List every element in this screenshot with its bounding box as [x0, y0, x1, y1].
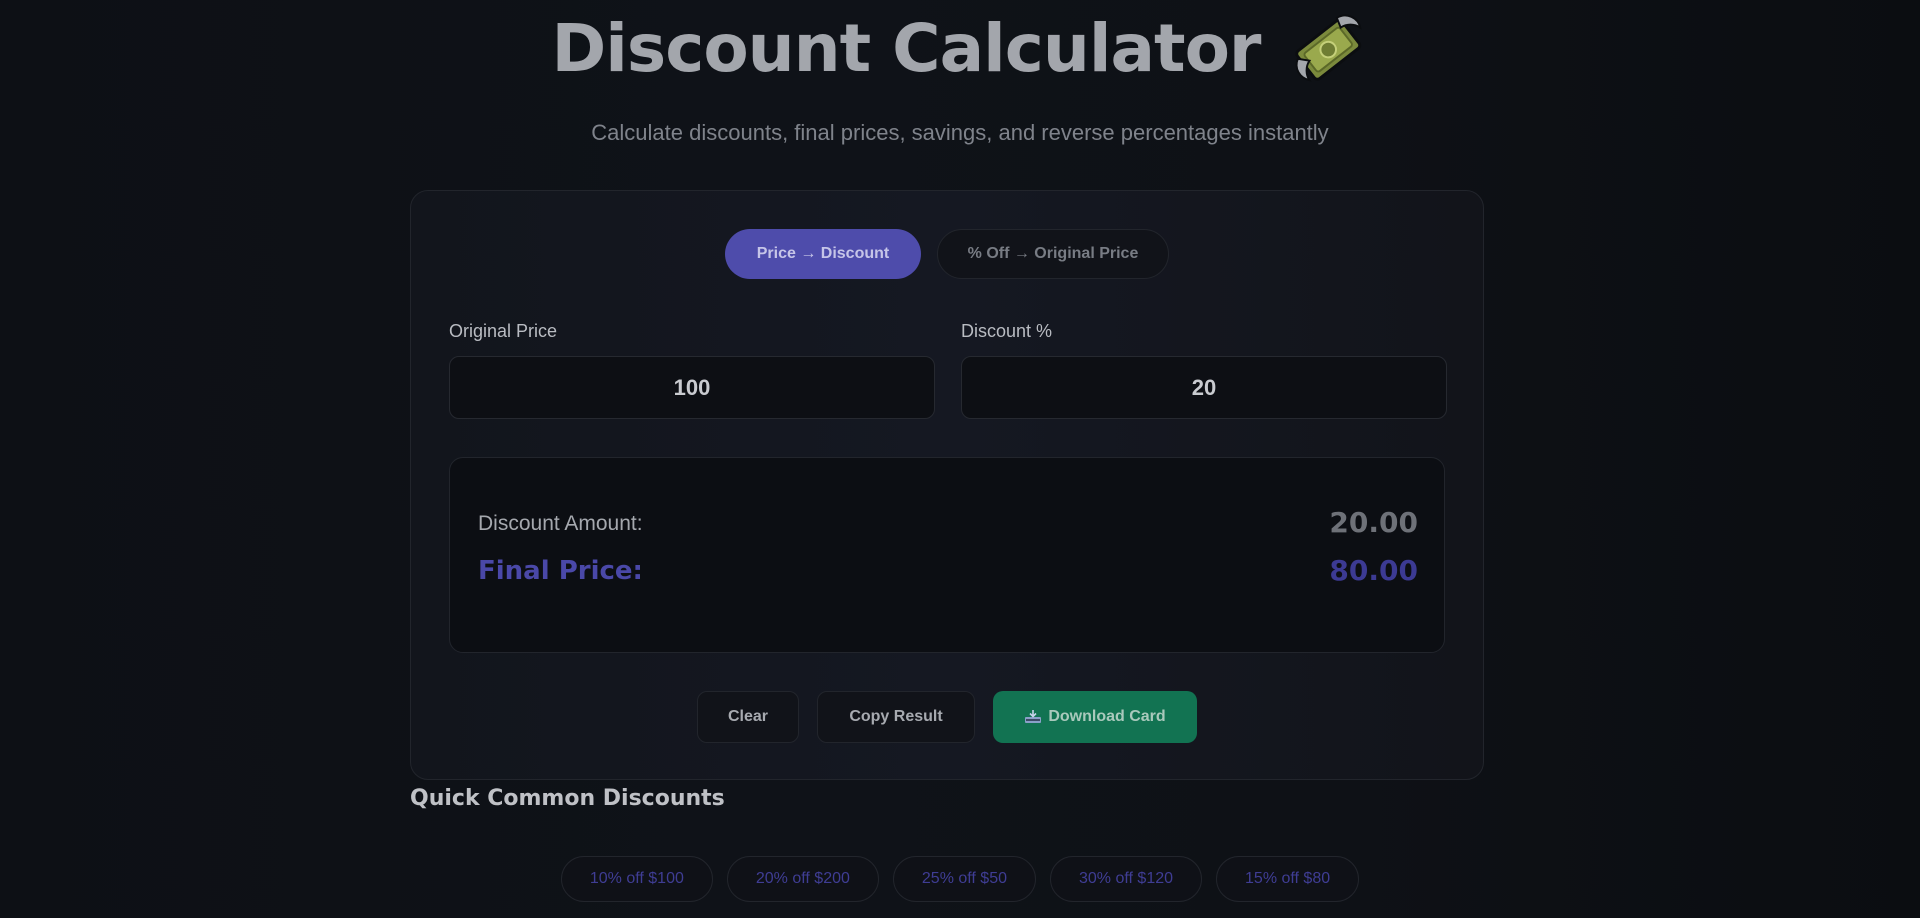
discount-amount-value: 20.00 [1329, 506, 1418, 539]
clear-button[interactable]: Clear [697, 691, 799, 743]
action-bar: Clear Copy Result Download Card [411, 691, 1483, 743]
page-title: Discount Calculator [551, 10, 1262, 87]
quick-discounts-heading: Quick Common Discounts [410, 786, 725, 811]
title-row: Discount Calculator [0, 8, 1920, 90]
final-price-label: Final Price: [478, 556, 643, 586]
discount-amount-label: Discount Amount: [478, 512, 643, 535]
discount-percent-input[interactable] [961, 356, 1447, 419]
calculator-card: Price → Discount % Off → Original Price … [410, 190, 1484, 780]
money-with-wings-icon [1295, 14, 1363, 82]
mode-percent-to-original-button[interactable]: % Off → Original Price [937, 229, 1169, 279]
mode-toggle: Price → Discount % Off → Original Price [411, 229, 1483, 279]
original-price-input[interactable] [449, 356, 935, 419]
copy-result-button[interactable]: Copy Result [817, 691, 975, 743]
download-card-label: Download Card [1048, 708, 1166, 725]
discount-percent-label: Discount % [961, 321, 1053, 341]
quick-discount-chip[interactable]: 25% off $50 [892, 856, 1036, 902]
download-tray-icon [1025, 710, 1042, 723]
quick-discount-chip[interactable]: 30% off $120 [1050, 856, 1203, 902]
result-panel: Discount Amount: 20.00 Final Price: 80.0… [449, 457, 1445, 653]
original-price-label: Original Price [449, 321, 558, 341]
download-card-button[interactable]: Download Card [993, 691, 1197, 743]
final-price-value: 80.00 [1329, 554, 1418, 587]
page: Discount Calculator Calculate discounts,… [0, 0, 1920, 918]
quick-discount-chip[interactable]: 15% off $80 [1216, 856, 1360, 902]
page-subtitle: Calculate discounts, final prices, savin… [591, 120, 1329, 145]
quick-discount-chip[interactable]: 20% off $200 [726, 856, 879, 902]
quick-discount-chip[interactable]: 10% off $100 [560, 856, 713, 902]
quick-discounts-list: 10% off $100 20% off $200 25% off $50 30… [0, 856, 1920, 902]
mode-price-to-discount-button[interactable]: Price → Discount [725, 229, 921, 279]
